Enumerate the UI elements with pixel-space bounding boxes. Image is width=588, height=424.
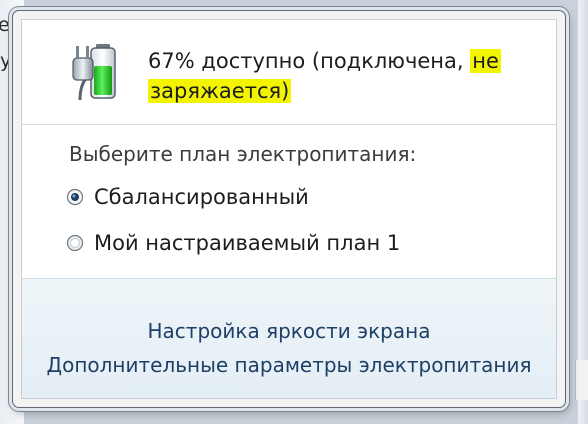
power-plan-option-balanced[interactable]: Сбалансированный	[66, 180, 309, 214]
background-text-fragment: у	[0, 50, 12, 72]
battery-status-text: 67% доступно (подключена, не заряжается)	[148, 46, 538, 106]
battery-charging-plug-icon	[72, 44, 116, 101]
battery-status-section: 67% доступно (подключена, не заряжается)	[22, 20, 556, 120]
power-plan-option-custom[interactable]: Мой настраиваемый план 1	[66, 226, 400, 260]
battery-status-line: 67% доступно (подключена,	[148, 49, 471, 73]
more-power-options-link[interactable]: Дополнительные параметры электропитания	[22, 353, 556, 377]
background-scrollbar[interactable]	[575, 360, 588, 400]
battery-status-highlight: заряжается)	[148, 79, 292, 103]
section-divider	[22, 124, 556, 125]
power-plan-label: Сбалансированный	[94, 185, 309, 209]
radio-selected-icon[interactable]	[66, 188, 84, 206]
power-plan-heading: Выберите план электропитания:	[69, 142, 417, 166]
battery-flyout-content: 67% доступно (подключена, не заряжается)…	[21, 19, 557, 399]
battery-status-highlight: не	[470, 49, 501, 73]
power-plan-label: Мой настраиваемый план 1	[94, 231, 401, 255]
screen-brightness-link[interactable]: Настройка яркости экрана	[22, 319, 556, 343]
radio-unselected-icon[interactable]	[66, 234, 84, 252]
battery-flyout: 67% доступно (подключена, не заряжается)…	[12, 10, 566, 408]
links-footer: Настройка яркости экрана Дополнительные …	[22, 278, 556, 398]
